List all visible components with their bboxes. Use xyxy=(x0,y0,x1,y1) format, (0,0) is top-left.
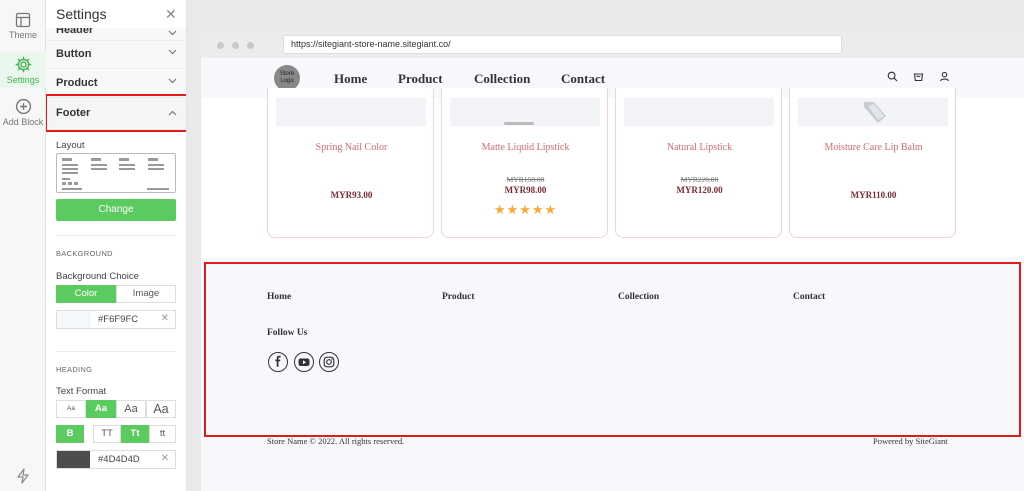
clear-icon[interactable]: ✕ xyxy=(161,313,169,324)
footer-preview-highlight-box xyxy=(204,262,1021,437)
case-lower[interactable]: tt xyxy=(149,425,176,443)
window-dot xyxy=(217,42,224,49)
product-price: MYR120.00 xyxy=(676,185,723,195)
rail-theme-label: Theme xyxy=(8,30,37,40)
background-heading: BACKGROUND xyxy=(56,249,113,258)
text-size-xs[interactable]: Aa xyxy=(56,400,86,418)
bold-toggle[interactable]: B xyxy=(56,425,84,443)
text-size-l[interactable]: Aa xyxy=(146,400,176,418)
section-product-label: Product xyxy=(56,77,98,89)
chevron-down-icon xyxy=(168,78,177,84)
nav-home[interactable]: Home xyxy=(334,71,367,87)
rail-settings-label: Settings xyxy=(6,75,40,85)
background-color-field[interactable]: #F6F9FC ✕ xyxy=(56,310,176,329)
product-card[interactable]: Spring Nail Color MYR93.00 xyxy=(267,88,434,238)
product-price: MYR93.00 xyxy=(330,190,373,200)
cart-icon[interactable] xyxy=(913,71,924,82)
user-icon[interactable] xyxy=(939,71,950,82)
powered-by-text[interactable]: Powered by SiteGiant xyxy=(873,436,948,446)
chevron-down-icon xyxy=(168,30,177,36)
preview-area: https://sitegiant-store-name.sitegiant.c… xyxy=(188,0,1024,491)
rating-stars: ★★★★★ xyxy=(493,202,558,217)
app-window: Theme Settings Add Block Settings ✕ Head… xyxy=(0,0,1024,491)
rail-theme[interactable]: Theme xyxy=(0,12,46,48)
product-card[interactable]: Natural Lipstick MYR220.00 MYR120.00 xyxy=(615,88,782,238)
product-image xyxy=(624,98,774,126)
divider xyxy=(56,235,176,236)
plus-circle-icon xyxy=(15,98,31,115)
rail-add-block-label: Add Block xyxy=(2,117,44,127)
layout-label: Layout xyxy=(56,140,85,151)
product-old-price: MYR220.00 xyxy=(680,175,719,184)
product-grid: Spring Nail Color MYR93.00 Matte Liquid … xyxy=(201,88,1024,258)
background-image-option[interactable]: Image xyxy=(116,285,176,303)
close-icon[interactable]: ✕ xyxy=(165,6,177,23)
lightning-icon xyxy=(17,468,29,484)
settings-panel: Settings ✕ Header Button Product Footer … xyxy=(46,0,187,491)
layout-icon xyxy=(15,12,31,28)
text-size-s[interactable]: Aa xyxy=(86,400,116,418)
divider xyxy=(56,351,176,352)
product-image xyxy=(798,98,948,126)
text-size-m[interactable]: Aa xyxy=(116,400,146,418)
copyright-text: Store Name © 2022. All rights reserved. xyxy=(267,436,405,446)
rail-add-block[interactable]: Add Block xyxy=(0,98,46,134)
heading-color-value: #4D4D4D xyxy=(98,454,140,465)
rail-bolt[interactable] xyxy=(0,468,46,486)
case-title[interactable]: Tt xyxy=(121,425,149,443)
footer-highlight-box xyxy=(46,94,186,132)
heading-color-swatch[interactable] xyxy=(57,451,90,468)
heading-color-field[interactable]: #4D4D4D ✕ xyxy=(56,450,176,469)
address-bar[interactable]: https://sitegiant-store-name.sitegiant.c… xyxy=(283,35,842,54)
product-old-price: MYR150.00 xyxy=(506,175,545,184)
background-color-value: #F6F9FC xyxy=(98,314,139,325)
gear-icon xyxy=(15,56,31,73)
product-card[interactable]: Moisture Care Lip Balm MYR110.00 xyxy=(789,88,956,238)
product-price: MYR98.00 xyxy=(504,185,547,195)
background-color-option[interactable]: Color xyxy=(56,285,116,303)
window-dot xyxy=(232,42,239,49)
search-icon[interactable] xyxy=(887,71,898,82)
left-rail: Theme Settings Add Block xyxy=(0,0,46,491)
lipstick-image xyxy=(504,122,534,125)
section-header-label: Header xyxy=(56,28,94,36)
product-image xyxy=(276,98,426,126)
product-name[interactable]: Natural Lipstick xyxy=(616,142,783,153)
change-layout-button[interactable]: Change xyxy=(56,199,176,221)
product-name[interactable]: Moisture Care Lip Balm xyxy=(790,142,957,153)
nav-contact[interactable]: Contact xyxy=(561,71,605,87)
product-image xyxy=(450,98,600,126)
product-name[interactable]: Matte Liquid Lipstick xyxy=(442,142,609,153)
section-button[interactable]: Button xyxy=(46,41,186,69)
footer-layout-thumbnail xyxy=(62,158,169,190)
product-price: MYR110.00 xyxy=(850,190,897,200)
window-dot xyxy=(247,42,254,49)
layout-preview[interactable] xyxy=(56,153,176,193)
nav-collection[interactable]: Collection xyxy=(474,71,530,87)
section-header[interactable]: Header xyxy=(46,28,186,41)
background-color-swatch[interactable] xyxy=(57,311,90,328)
product-name[interactable]: Spring Nail Color xyxy=(268,142,435,153)
browser-toolbar: https://sitegiant-store-name.sitegiant.c… xyxy=(201,31,1024,58)
panel-title: Settings xyxy=(56,6,107,22)
clear-icon[interactable]: ✕ xyxy=(161,453,169,464)
nav-product[interactable]: Product xyxy=(398,71,443,87)
product-card[interactable]: Matte Liquid Lipstick MYR150.00 MYR98.00… xyxy=(441,88,608,238)
rail-settings[interactable]: Settings xyxy=(0,52,46,88)
case-upper[interactable]: TT xyxy=(93,425,121,443)
lip-balm-image xyxy=(864,102,886,123)
chevron-down-icon xyxy=(168,49,177,55)
text-format-label: Text Format xyxy=(56,386,107,397)
background-choice-label: Background Choice xyxy=(56,271,139,282)
section-button-label: Button xyxy=(56,48,92,60)
heading-heading: HEADING xyxy=(56,365,93,374)
